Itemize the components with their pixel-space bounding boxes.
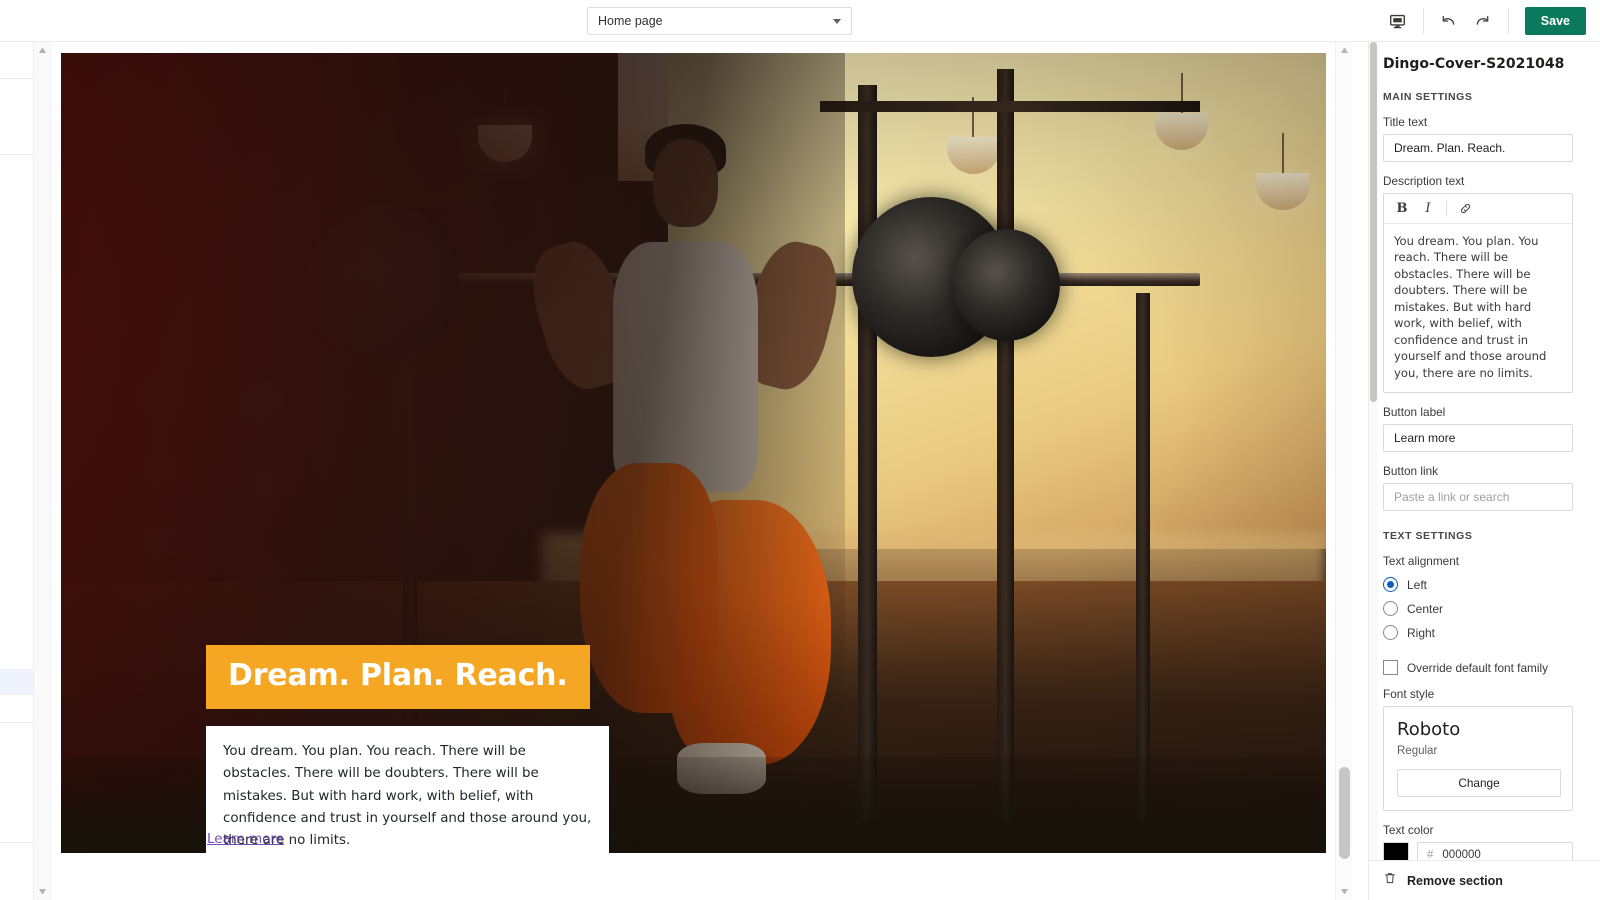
description-text-label: Description text (1383, 174, 1465, 188)
sidebar-divider-4 (0, 842, 33, 843)
override-font-label: Override default font family (1407, 660, 1548, 675)
text-settings-heading: TEXT SETTINGS (1383, 530, 1473, 543)
main-settings-heading: MAIN SETTINGS (1383, 91, 1473, 103)
trash-can-icon (1383, 871, 1397, 890)
title-text-input[interactable] (1383, 134, 1573, 162)
toolbar-actions: Save (1381, 0, 1592, 42)
settings-panel: Dingo-Cover-S2021048 MAIN SETTINGS Title… (1368, 42, 1600, 900)
button-link-label: Button link (1383, 464, 1439, 479)
sidebar-divider-2 (0, 154, 33, 155)
sidebar-selected-item[interactable] (0, 669, 33, 695)
panel-section-title: Dingo-Cover-S2021048 (1383, 56, 1565, 72)
page-selector-dropdown[interactable]: Home page (587, 7, 852, 35)
page-selector-value: Home page (598, 14, 663, 28)
sidebar-divider-1 (0, 78, 33, 79)
title-text-label: Title text (1383, 115, 1428, 129)
radio-right-label: Right (1407, 625, 1436, 640)
font-name: Roboto (1397, 719, 1461, 741)
button-link-input[interactable] (1383, 483, 1573, 512)
font-style-label: Font style (1383, 687, 1435, 702)
remove-section-label: Remove section (1407, 873, 1503, 888)
description-rich-text-editor[interactable]: B I You dream. You plan. You reach. Ther… (1383, 193, 1573, 394)
save-button[interactable]: Save (1524, 7, 1586, 35)
page-editor-app: Home page Save Dream. Plan. Reach. You d… (0, 0, 1600, 900)
change-font-button[interactable]: Change (1397, 769, 1561, 798)
hero-section[interactable]: Dream. Plan. Reach. You dream. You plan.… (61, 53, 1326, 853)
radio-alignment-center[interactable]: Center (1383, 601, 1586, 617)
radio-alignment-left[interactable]: Left (1383, 577, 1586, 593)
toolbar-divider-1 (1422, 8, 1424, 34)
radio-center-label: Center (1407, 601, 1444, 616)
hero-title-band[interactable]: Dream. Plan. Reach. (206, 645, 590, 709)
canvas-scrollbar[interactable] (1335, 42, 1352, 900)
text-alignment-label: Text alignment (1383, 554, 1460, 569)
sidebar-divider-3 (0, 722, 33, 723)
undo-arrow-icon[interactable] (1432, 4, 1466, 38)
settings-panel-scrollbar[interactable] (1369, 42, 1378, 900)
redo-arrow-icon[interactable] (1466, 4, 1500, 38)
text-color-label: Text color (1383, 823, 1434, 838)
radio-right-indicator (1383, 625, 1398, 641)
hero-title: Dream. Plan. Reach. (228, 658, 568, 693)
radio-alignment-right[interactable]: Right (1383, 625, 1586, 641)
left-sidebar-partial (0, 42, 34, 900)
left-sidebar-scrollbar[interactable] (34, 42, 51, 900)
button-label-label: Button label (1383, 405, 1446, 420)
remove-section-button[interactable]: Remove section (1369, 860, 1600, 900)
radio-left-indicator (1383, 577, 1398, 593)
radio-center-indicator (1383, 601, 1398, 617)
rte-divider (1446, 201, 1447, 216)
desktop-monitor-icon[interactable] (1381, 4, 1415, 38)
hero-learn-more-link[interactable]: Learn more (207, 831, 284, 847)
scroll-up-arrow-icon[interactable] (39, 48, 46, 53)
canvas-scroll-down-arrow-icon[interactable] (1341, 889, 1348, 894)
override-font-checkbox[interactable] (1383, 660, 1398, 676)
toolbar-divider-2 (1507, 8, 1509, 34)
canvas-scroll-up-arrow-icon[interactable] (1341, 48, 1348, 53)
description-textarea[interactable]: You dream. You plan. You reach. There wi… (1384, 224, 1572, 392)
bold-button[interactable]: B (1390, 198, 1414, 220)
font-style-card: Roboto Regular Change (1383, 706, 1573, 812)
font-weight: Regular (1397, 745, 1438, 758)
button-label-input[interactable] (1383, 424, 1573, 453)
settings-scrollbar-thumb[interactable] (1370, 42, 1377, 402)
italic-button[interactable]: I (1416, 198, 1440, 220)
override-font-checkbox-row[interactable]: Override default font family (1383, 660, 1586, 676)
top-toolbar: Home page Save (0, 0, 1600, 42)
radio-left-label: Left (1407, 577, 1428, 592)
rte-toolbar: B I (1384, 194, 1572, 224)
chevron-down-icon (833, 18, 841, 24)
canvas-scrollbar-thumb[interactable] (1339, 767, 1350, 859)
chain-link-icon[interactable] (1453, 198, 1477, 220)
page-canvas[interactable]: Dream. Plan. Reach. You dream. You plan.… (52, 42, 1352, 900)
scroll-down-arrow-icon[interactable] (39, 889, 46, 894)
